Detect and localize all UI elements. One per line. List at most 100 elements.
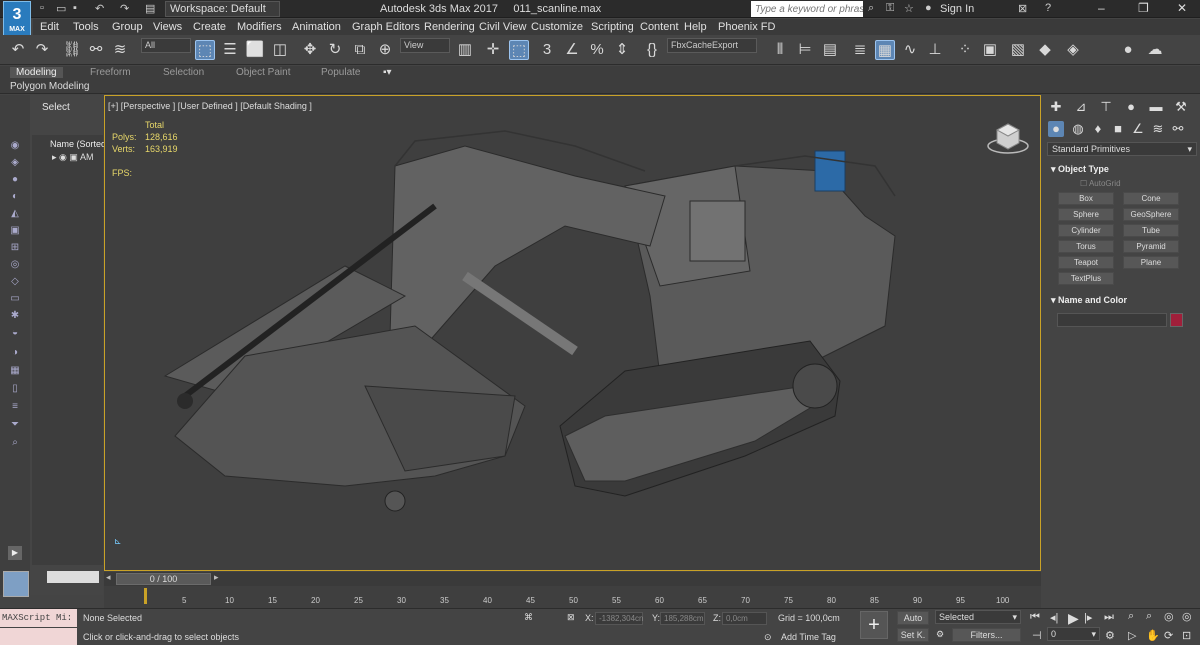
save-icon[interactable]: ▪ — [73, 2, 77, 14]
space-warps-icon[interactable]: ≋ — [1150, 121, 1166, 137]
project-folder-icon[interactable]: ▤ — [145, 2, 155, 15]
render-setup-icon[interactable]: ▧ — [1008, 40, 1028, 60]
create-tab-icon[interactable]: ✚ — [1048, 99, 1064, 115]
link-icon[interactable]: ⛓ — [62, 40, 82, 60]
box-button[interactable]: Box — [1058, 192, 1114, 205]
place-icon[interactable]: ⊕ — [375, 40, 395, 60]
object-color-swatch[interactable] — [1170, 313, 1183, 327]
display-bones-icon[interactable]: ✱ — [4, 310, 26, 324]
percent-snap-icon[interactable]: % — [587, 40, 607, 60]
hierarchy-tab-icon[interactable]: ⊤ — [1098, 99, 1114, 115]
search-input[interactable] — [751, 1, 863, 17]
list-icon[interactable]: ≡ — [4, 401, 26, 415]
key-mode-dropdown[interactable]: Selected — [935, 610, 1021, 624]
rotate-icon[interactable]: ↻ — [325, 40, 345, 60]
cameras-icon[interactable]: ■ — [1110, 121, 1126, 137]
a360-icon[interactable]: ☁ — [1145, 40, 1165, 60]
schematic-view-icon[interactable]: ⁘ — [955, 40, 975, 60]
menu-create[interactable]: Create — [193, 21, 226, 33]
filter-icon[interactable]: ⏷ — [4, 419, 26, 433]
torus-button[interactable]: Torus — [1058, 240, 1114, 253]
prev-frame-icon[interactable]: ◂ — [106, 572, 111, 583]
pan-icon[interactable]: ✋ — [1146, 629, 1160, 642]
help-icon[interactable]: ? — [1045, 2, 1051, 14]
scene-list[interactable] — [32, 135, 103, 565]
utilities-tab-icon[interactable]: ⚒ — [1173, 99, 1189, 115]
shapes-icon[interactable]: ◍ — [1070, 121, 1086, 137]
subscription-icon[interactable]: ⚿ — [886, 2, 894, 15]
scene-column-header[interactable]: Name (Sorted — [50, 139, 106, 149]
viewport-label[interactable]: [+] [Perspective ] [User Defined ] [Defa… — [108, 101, 312, 111]
ribbon-options-icon[interactable]: ▪▾ — [383, 67, 392, 78]
scene-explorer-icon[interactable]: ≣ — [850, 40, 870, 60]
zoom-extents-all-icon[interactable]: ◎ — [1182, 610, 1192, 623]
tube-button[interactable]: Tube — [1123, 224, 1179, 237]
rendered-frame-icon[interactable]: ◆ — [1035, 40, 1055, 60]
binoculars-icon[interactable]: ⌕ — [868, 2, 874, 15]
lights-icon[interactable]: ♦ — [1090, 121, 1106, 137]
display-frozen-icon[interactable]: ◑ — [4, 347, 26, 361]
textplus-button[interactable]: TextPlus — [1058, 272, 1114, 285]
auto-key-button[interactable]: Auto — [897, 611, 929, 625]
find-icon[interactable]: ⌕ — [4, 437, 26, 451]
maximize-viewport-icon[interactable]: ⊡ — [1182, 629, 1191, 642]
open-file-icon[interactable]: ▭ — [56, 2, 66, 15]
zoom-extents-icon[interactable]: ◎ — [1164, 610, 1174, 623]
menu-edit[interactable]: Edit — [40, 21, 59, 33]
cylinder-button[interactable]: Cylinder — [1058, 224, 1114, 237]
menu-customize[interactable]: Customize — [531, 21, 583, 33]
eye-icon[interactable]: ◉ — [59, 152, 67, 162]
motion-tab-icon[interactable]: ● — [1123, 99, 1139, 115]
menu-modifiers[interactable]: Modifiers — [237, 21, 282, 33]
name-color-rollout[interactable]: ▾ Name and Color — [1051, 295, 1127, 306]
prev-key-icon[interactable]: ◂| — [1050, 611, 1058, 624]
menu-help[interactable]: Help — [684, 21, 707, 33]
next-key-icon[interactable]: |▸ — [1084, 611, 1092, 624]
y-coord-field[interactable]: 185,288cm — [660, 612, 705, 625]
play-script-icon[interactable]: ▶ — [8, 546, 22, 560]
align-icon[interactable]: ⊨ — [795, 40, 815, 60]
set-key-big-icon[interactable]: + — [860, 611, 888, 639]
layer-explorer-icon[interactable]: ▦ — [875, 40, 895, 60]
display-tab-icon[interactable]: ▬ — [1148, 99, 1164, 115]
menu-tools[interactable]: Tools — [73, 21, 99, 33]
scene-row[interactable]: ▸ ◉ ▣ AM — [52, 152, 93, 163]
autogrid-checkbox[interactable]: ☐ AutoGrid — [1080, 179, 1121, 188]
menu-civil-view[interactable]: Civil View — [479, 21, 526, 33]
material-editor-icon[interactable]: ▣ — [980, 40, 1000, 60]
viewcube-icon[interactable] — [985, 116, 1031, 156]
menu-group[interactable]: Group — [112, 21, 143, 33]
select-manipulate-icon[interactable]: ✛ — [483, 40, 503, 60]
menu-views[interactable]: Views — [153, 21, 182, 33]
object-type-rollout[interactable]: ▾ Object Type — [1051, 164, 1109, 175]
perspective-viewport[interactable]: [+] [Perspective ] [User Defined ] [Defa… — [104, 95, 1041, 571]
display-all-icon[interactable]: ◈ — [4, 157, 26, 171]
new-file-icon[interactable]: ▫ — [40, 2, 44, 14]
add-time-tag[interactable]: Add Time Tag — [781, 632, 836, 642]
snaps-toggle-icon[interactable]: 3 — [537, 40, 557, 60]
undo-icon[interactable]: ↶ — [8, 40, 28, 60]
x-coord-field[interactable]: -1382,304cn — [595, 612, 643, 625]
display-cameras-icon[interactable]: ▣ — [4, 225, 26, 239]
maximize-icon[interactable]: ❐ — [1138, 1, 1149, 15]
curve-editor-icon[interactable]: ∿ — [900, 40, 920, 60]
teapot-button[interactable]: Teapot — [1058, 256, 1114, 269]
play-icon[interactable]: ▶ — [1068, 610, 1079, 627]
tab-object-paint[interactable]: Object Paint — [236, 67, 290, 78]
bind-space-warp-icon[interactable]: ≋ — [110, 40, 130, 60]
polygon-modeling-label[interactable]: Polygon Modeling — [10, 81, 90, 92]
key-filters-icon[interactable]: ⚙ — [936, 629, 944, 640]
display-helpers-icon[interactable]: ⊞ — [4, 242, 26, 256]
render-teapot-icon[interactable]: ● — [1118, 40, 1138, 60]
named-selection-dropdown[interactable]: FbxCacheExport — [667, 38, 757, 53]
next-frame-icon[interactable]: ▸ — [214, 572, 219, 583]
z-coord-field[interactable]: 0,0cm — [722, 612, 767, 625]
scale-icon[interactable]: ⧉ — [350, 40, 370, 60]
menu-content[interactable]: Content — [640, 21, 679, 33]
menu-animation[interactable]: Animation — [292, 21, 341, 33]
workspace-dropdown[interactable]: Workspace: Default — [165, 1, 280, 17]
track-bar[interactable]: 5 10 15 20 25 30 35 40 45 50 55 60 65 70… — [104, 586, 1041, 608]
helpers-icon[interactable]: ∠ — [1130, 121, 1146, 137]
explorer-swatch[interactable] — [3, 571, 29, 597]
object-name-field[interactable] — [1057, 313, 1167, 327]
